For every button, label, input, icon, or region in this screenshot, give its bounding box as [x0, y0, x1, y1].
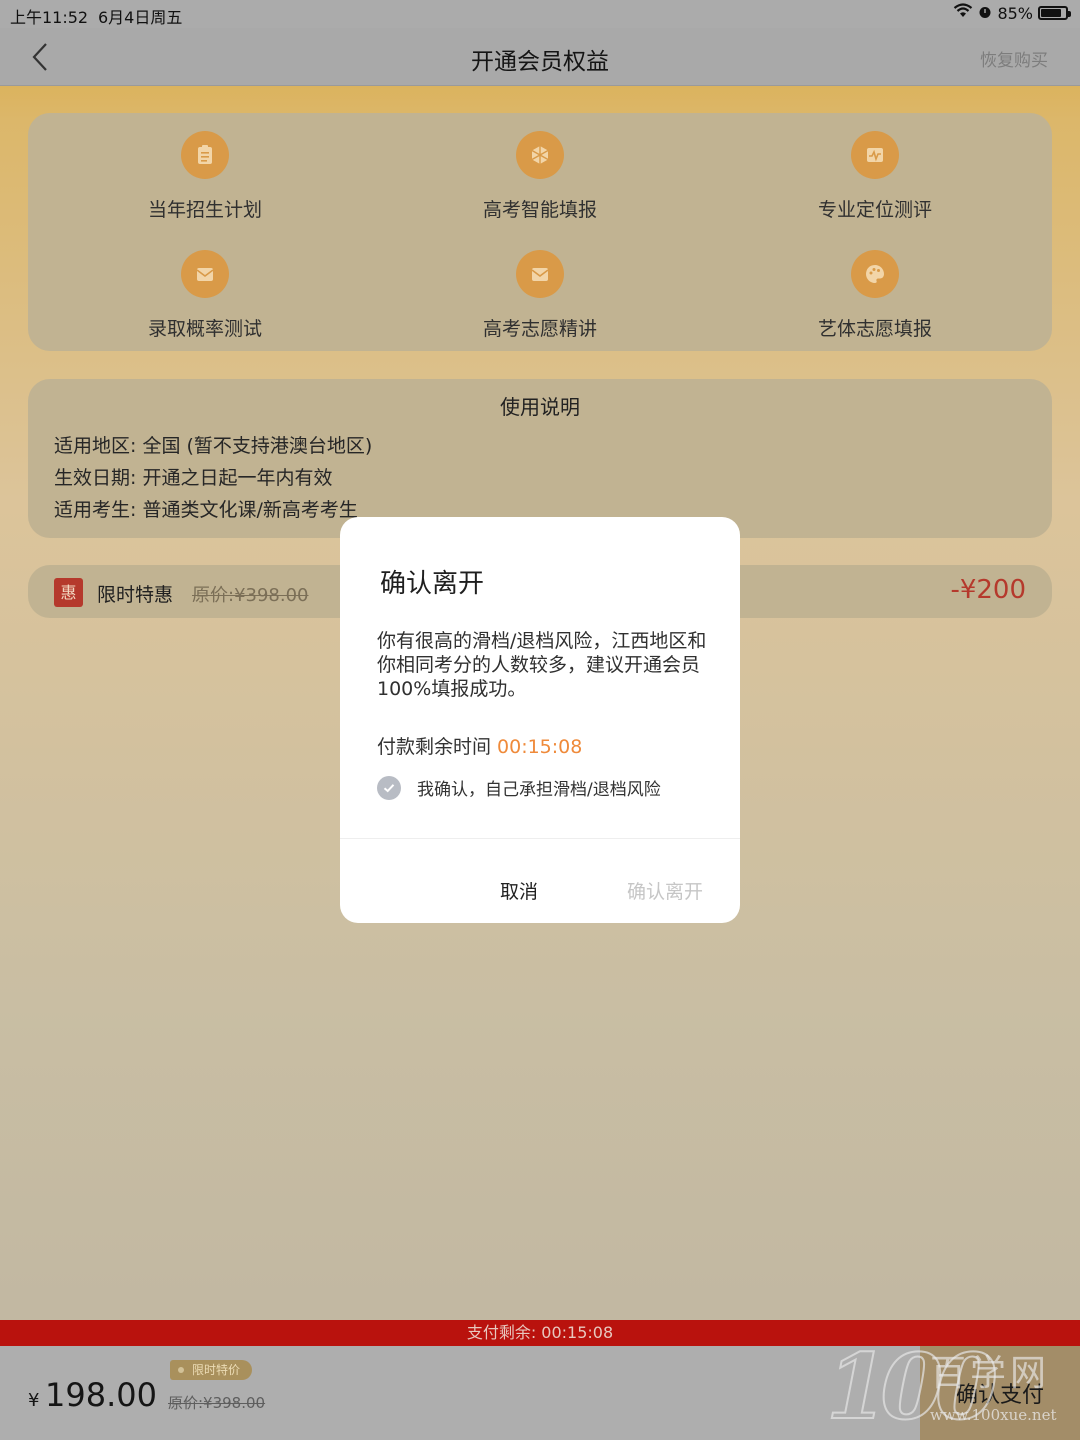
usage-title: 使用说明	[500, 395, 580, 419]
risk-confirm-checkbox[interactable]: 我确认，自己承担滑档/退档风险	[377, 775, 661, 800]
feature-label: 高考志愿精讲	[482, 318, 597, 340]
status-date: 6月4日周五	[98, 8, 183, 27]
feature-label: 高考智能填报	[482, 199, 597, 221]
status-indicators: 85%	[953, 3, 1071, 23]
feature-arts-application[interactable]: 艺体志愿填报	[725, 250, 1025, 341]
discount-badge: 惠	[54, 578, 83, 607]
bottom-bar: ¥ 198.00 限时特价 原价:¥398.00 确认支付	[0, 1346, 1080, 1440]
feature-label: 专业定位测评	[817, 199, 932, 221]
promo-label: 限时特惠	[97, 584, 174, 606]
battery-icon	[1038, 6, 1071, 20]
checkmark-icon[interactable]	[377, 775, 401, 800]
feature-enrollment-plan[interactable]: 当年招生计划	[55, 131, 355, 222]
chart-icon	[851, 131, 899, 179]
confirm-leave-dialog: 确认离开 你有很高的滑档/退档风险，江西地区和你相同考分的人数较多，建议开通会员…	[340, 517, 740, 923]
membership-page: 上午11:52 6月4日周五 85% 开通会员权益 恢复购买 当年招生计划 高考…	[0, 0, 1080, 1440]
dialog-timer-value: 00:15:08	[497, 736, 583, 758]
dialog-divider	[340, 838, 740, 839]
limited-price-tag: 限时特价	[170, 1360, 253, 1380]
nav-bar: 开通会员权益 恢复购买	[0, 28, 1080, 86]
status-bar: 上午11:52 6月4日周五 85%	[0, 0, 1080, 28]
envelope-icon	[181, 250, 229, 298]
cube-icon	[516, 131, 564, 179]
feature-smart-application[interactable]: 高考智能填报	[390, 131, 690, 222]
battery-fill	[1041, 9, 1061, 17]
battery-percent: 85%	[997, 3, 1033, 23]
feature-label: 当年招生计划	[147, 199, 262, 221]
confirm-leave-button[interactable]: 确认离开	[627, 877, 703, 904]
feature-major-assessment[interactable]: 专业定位测评	[725, 131, 1025, 222]
dialog-timer-label: 付款剩余时间	[377, 736, 492, 758]
dialog-message: 你有很高的滑档/退档风险，江西地区和你相同考分的人数较多，建议开通会员100%填…	[377, 630, 707, 700]
usage-region: 适用地区: 全国 (暂不支持港澳台地区)	[54, 435, 373, 457]
feature-label: 录取概率测试	[147, 318, 262, 340]
page-title: 开通会员权益	[471, 49, 609, 75]
promo-original-price: 原价:¥398.00	[192, 585, 309, 606]
dialog-title: 确认离开	[380, 569, 485, 599]
usage-instructions-card: 使用说明 适用地区: 全国 (暂不支持港澳台地区) 生效日期: 开通之日起一年内…	[28, 379, 1052, 538]
envelope-icon	[516, 250, 564, 298]
currency-symbol: ¥	[28, 1390, 40, 1411]
features-card: 当年招生计划 高考智能填报 专业定位测评 录取概率测试 高考志愿精讲 艺体志愿填…	[28, 113, 1052, 351]
status-time: 上午11:52	[10, 8, 89, 27]
payment-countdown-bar: 支付剩余: 00:15:08	[0, 1320, 1080, 1346]
usage-applicable-students: 适用考生: 普通类文化课/新高考考生	[54, 499, 358, 521]
dialog-timer-row: 付款剩余时间 00:15:08	[377, 732, 582, 759]
usage-effective-date: 生效日期: 开通之日起一年内有效	[54, 467, 333, 489]
price-value: 198.00	[45, 1376, 157, 1414]
palette-icon	[851, 250, 899, 298]
promo-discount: -¥200	[950, 575, 1026, 605]
feature-admission-probability[interactable]: 录取概率测试	[55, 250, 355, 341]
confirm-pay-button[interactable]: 确认支付	[920, 1346, 1080, 1440]
clipboard-icon	[181, 131, 229, 179]
original-price: 原价:¥398.00	[168, 1394, 266, 1412]
alarm-icon	[978, 4, 992, 23]
cancel-button[interactable]: 取消	[500, 877, 538, 904]
restore-purchase-link[interactable]: 恢复购买	[980, 46, 1048, 71]
wifi-icon	[953, 3, 973, 23]
feature-label: 艺体志愿填报	[817, 318, 932, 340]
risk-confirm-text: 我确认，自己承担滑档/退档风险	[417, 780, 661, 800]
feature-application-lecture[interactable]: 高考志愿精讲	[390, 250, 690, 341]
